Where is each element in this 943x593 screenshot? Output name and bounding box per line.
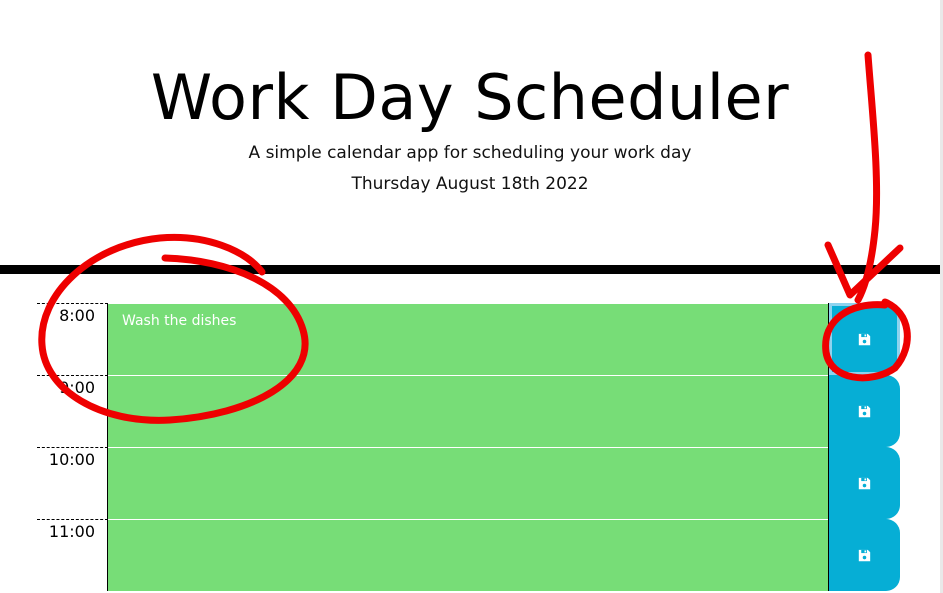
description-textarea[interactable] [108,519,828,591]
time-block-10: 10:00 [37,447,903,519]
floppy-disk-icon [858,477,871,489]
hour-label: 10:00 [37,447,108,519]
hour-label: 8:00 [37,303,108,375]
description-textarea[interactable]: Wash the dishes [108,303,828,375]
page-title: Work Day Scheduler [150,61,790,134]
page-subtitle: A simple calendar app for scheduling you… [248,143,692,163]
floppy-disk-icon [858,333,871,345]
time-block-9: 9:00 [37,375,903,447]
hour-label: 11:00 [37,519,108,591]
time-block-11: 11:00 [37,519,903,591]
current-day: Thursday August 18th 2022 [351,174,589,194]
page: Work Day Scheduler A simple calendar app… [0,0,943,593]
schedule-container: 8:00 Wash the dishes 9:00 10:00 11:00 [37,303,903,591]
floppy-disk-icon [858,405,871,417]
save-button[interactable] [828,303,900,375]
save-button[interactable] [828,447,900,519]
save-button[interactable] [828,375,900,447]
hour-label: 9:00 [37,375,108,447]
save-button[interactable] [828,519,900,591]
time-block-8: 8:00 Wash the dishes [37,303,903,375]
floppy-disk-icon [858,549,871,561]
description-textarea[interactable] [108,447,828,519]
description-textarea[interactable] [108,375,828,447]
header-divider [0,265,940,274]
